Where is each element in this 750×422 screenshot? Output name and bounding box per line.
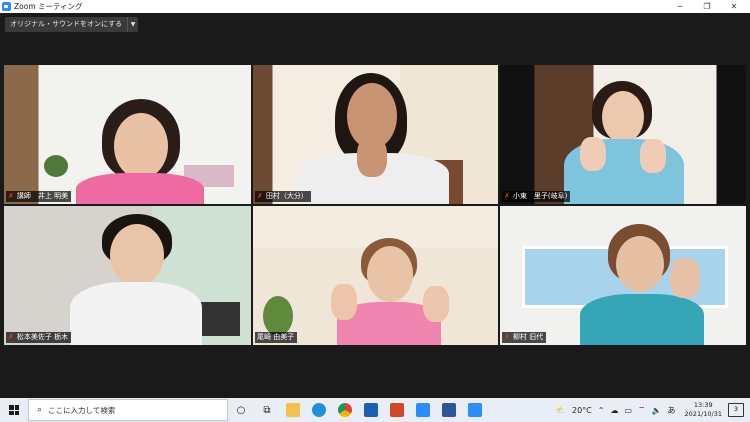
windows-taskbar: ⌕ ここに入力して検索 ○ ⧉ ⛅ 20°C ⌃ ☁ ▭ ⌔ 🔈 あ 13:39… [0,398,750,422]
plant [263,296,293,336]
taskbar-search[interactable]: ⌕ ここに入力して検索 [28,399,228,421]
muted-mic-icon: ✗ [504,333,510,341]
participant-body [70,282,202,345]
zoom-logo-icon [2,2,11,11]
muted-mic-icon: ✗ [504,192,510,200]
participant-face [616,236,664,292]
video-tile-4[interactable]: ✗ 松本美佐子 栃木 [4,206,251,345]
participant-name: 田村（大分） [265,192,308,200]
muted-mic-icon: ✗ [8,333,14,341]
participant-name: 松本美佐子 栃木 [16,333,69,341]
zoom-app-icon[interactable] [410,398,436,422]
windows-logo-icon [9,405,19,415]
participant-face [602,91,644,143]
cortana-icon[interactable]: ○ [228,398,254,422]
participant-nameplate: ✗ 柳村 旧代 [502,332,547,343]
participant-body [76,173,204,204]
original-sound-button[interactable]: オリジナル・サウンドをオンにする [5,17,127,32]
participant-name: 講師 井上 明美 [16,192,69,200]
clock-date: 2021/10/31 [684,410,722,418]
video-tile-2[interactable]: ✗ 田村（大分） [253,65,498,204]
search-icon: ⌕ [37,405,43,415]
zoom-meeting-icon[interactable] [462,398,488,422]
file-explorer-icon[interactable] [280,398,306,422]
participant-nameplate: ✗ 田村（大分） [255,191,311,202]
start-button[interactable] [0,398,28,422]
participant-face [367,246,413,302]
battery-icon[interactable]: ▭ [624,406,632,415]
participant-body [580,294,704,345]
participant-nameplate: 尾崎 由美子 [255,332,298,343]
powerpoint-icon[interactable] [384,398,410,422]
search-placeholder: ここに入力して検索 [48,405,116,415]
clock[interactable]: 13:39 2021/10/31 [685,401,722,419]
onedrive-icon[interactable]: ☁ [610,406,618,415]
participant-hand-left [331,284,357,320]
original-sound-control[interactable]: オリジナル・サウンドをオンにする ▼ [5,17,139,32]
weather-icon[interactable]: ⛅ [556,406,566,415]
system-tray: ⛅ 20°C ⌃ ☁ ▭ ⌔ 🔈 あ 13:39 2021/10/31 3 [553,398,750,422]
word-icon[interactable] [436,398,462,422]
participant-name: 小東 里子(岐阜) [512,192,568,200]
video-tile-6[interactable]: ✗ 柳村 旧代 [500,206,746,345]
video-tile-1[interactable]: ✗ 講師 井上 明美 [4,65,251,204]
restore-icon[interactable]: ❐ [695,0,719,13]
video-tile-3[interactable]: ✗ 小東 里子(岐阜) [500,65,746,204]
participant-hand [670,258,700,298]
edge-icon[interactable] [306,398,332,422]
chevron-down-icon[interactable]: ▼ [127,17,138,32]
wifi-icon[interactable]: ⌔ [638,405,646,415]
plant [44,155,68,177]
participant-nameplate: ✗ 松本美佐子 栃木 [6,332,72,343]
task-view-icon[interactable]: ⧉ [254,398,280,422]
muted-mic-icon: ✗ [257,192,263,200]
participant-hand-left [580,137,606,171]
participant-nameplate: ✗ 小東 里子(岐阜) [502,191,571,202]
clock-time: 13:39 [693,401,713,409]
participant-nameplate: ✗ 講師 井上 明美 [6,191,72,202]
window-title: Zoom ミーティング [14,2,83,11]
weather-temp[interactable]: 20°C [572,406,592,415]
ime-indicator[interactable]: あ [668,405,676,416]
chevron-up-icon[interactable]: ⌃ [598,406,605,415]
participant-hand-right [640,139,666,173]
participant-hands [357,137,387,177]
video-tile-5[interactable]: 尾崎 由美子 [253,206,498,345]
participant-face [110,224,164,286]
close-icon[interactable]: ✕ [722,0,746,13]
muted-mic-icon: ✗ [8,192,14,200]
participant-face [114,113,168,179]
notification-icon[interactable]: 3 [728,403,744,417]
volume-icon[interactable]: 🔈 [652,406,662,415]
participant-name: 柳村 旧代 [512,333,544,341]
participant-hand-right [423,286,449,322]
window-titlebar: Zoom ミーティング ─ ❐ ✕ [0,0,750,13]
chrome-icon[interactable] [332,398,358,422]
notification-count: 3 [734,406,738,413]
mail-icon[interactable] [358,398,384,422]
meeting-gallery: オリジナル・サウンドをオンにする ▼ ✗ 講師 井上 明美 ✗ 田村（大分） ✗… [0,13,750,398]
minimize-icon[interactable]: ─ [668,0,692,13]
participant-name: 尾崎 由美子 [257,333,295,341]
